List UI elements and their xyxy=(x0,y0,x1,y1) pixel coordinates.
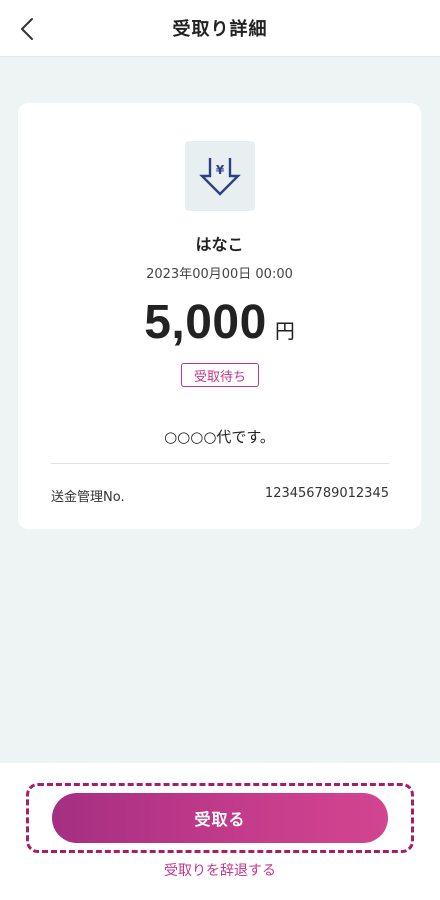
page-title: 受取り詳細 xyxy=(172,19,268,40)
status-badge: 受取待ち xyxy=(181,363,259,387)
action-footer: 受取る 受取りを辞退する xyxy=(0,763,440,900)
back-button[interactable] xyxy=(12,14,42,44)
currency-unit: 円 xyxy=(274,319,295,343)
app-header: 受取り詳細 xyxy=(0,0,440,57)
decline-link[interactable]: 受取りを辞退する xyxy=(0,860,440,880)
receive-button[interactable]: 受取る xyxy=(52,793,388,843)
transfer-number-label: 送金管理No. xyxy=(51,490,125,505)
amount-value: 5,000 xyxy=(144,296,267,349)
transfer-number-value: 123456789012345 xyxy=(264,486,389,501)
receipt-card: ¥ はなこ 2023年00月00日 00:00 5,000 円 受取待ち ○○○… xyxy=(18,103,421,529)
transfer-number-row: 送金管理No. 123456789012345 xyxy=(51,486,389,505)
amount-row: 5,000 円 xyxy=(18,295,421,350)
transaction-date: 2023年00月00日 00:00 xyxy=(146,267,293,282)
divider xyxy=(51,463,389,464)
svg-text:¥: ¥ xyxy=(216,163,225,177)
sender-name: はなこ xyxy=(195,235,244,254)
yen-receive-icon: ¥ xyxy=(199,158,241,196)
transfer-message: ○○○○代です。 xyxy=(164,428,275,446)
receive-icon-box: ¥ xyxy=(185,141,255,211)
chevron-left-icon xyxy=(21,18,33,40)
